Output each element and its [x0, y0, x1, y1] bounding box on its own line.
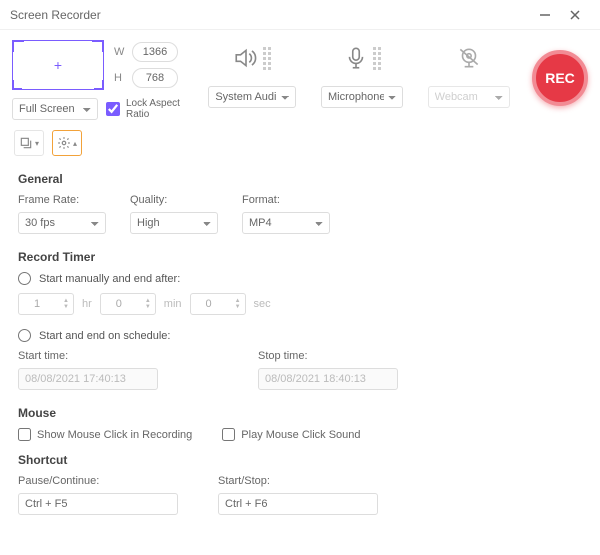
tool-row: ▾ ▴ [0, 126, 600, 164]
schedule-timer-radio[interactable] [18, 329, 31, 342]
manual-timer-label: Start manually and end after: [39, 273, 180, 285]
minimize-button[interactable] [530, 0, 560, 30]
audio-level-icon [263, 47, 271, 70]
settings-panel: General Frame Rate: 30 fps Quality: High… [0, 164, 600, 554]
audio-select[interactable]: System Audio [208, 86, 296, 108]
hours-unit: hr [82, 298, 92, 310]
height-label: H [114, 72, 126, 84]
microphone-icon [343, 45, 369, 71]
titlebar: Screen Recorder [0, 0, 600, 30]
stop-time-input[interactable] [258, 368, 398, 390]
show-click-label: Show Mouse Click in Recording [37, 429, 192, 441]
play-sound-label: Play Mouse Click Sound [241, 429, 360, 441]
record-button[interactable]: REC [532, 50, 588, 106]
mic-select[interactable]: Microphone [321, 86, 403, 108]
chevron-up-icon: ▴ [73, 139, 77, 148]
show-click-option[interactable]: Show Mouse Click in Recording [18, 428, 192, 441]
seconds-unit: sec [254, 298, 271, 310]
frame-rate-select[interactable]: 30 fps [18, 212, 106, 234]
width-label: W [114, 46, 126, 58]
settings-tool-button[interactable]: ▴ [52, 130, 82, 156]
speaker-icon [233, 45, 259, 71]
mic-source: Microphone [321, 40, 403, 108]
record-label: REC [545, 70, 575, 86]
startstop-shortcut-label: Start/Stop: [218, 475, 378, 487]
startstop-shortcut-input[interactable] [218, 493, 378, 515]
format-label: Format: [242, 194, 330, 206]
region-selector[interactable]: + [12, 40, 104, 90]
audio-source: System Audio [208, 40, 296, 108]
minutes-spinner[interactable]: ▲▼ [100, 293, 156, 315]
capture-config: + W H Full Screen Lock Aspect Ratio [0, 30, 600, 126]
region-mode-select[interactable]: Full Screen [12, 98, 98, 120]
webcam-off-icon [456, 45, 482, 71]
format-select[interactable]: MP4 [242, 212, 330, 234]
pause-shortcut-label: Pause/Continue: [18, 475, 178, 487]
chevron-down-icon: ▾ [35, 139, 39, 148]
start-time-label: Start time: [18, 350, 158, 362]
sources-group: System Audio Microphone [192, 40, 526, 108]
webcam-select[interactable]: Webcam [428, 86, 510, 108]
manual-timer-radio[interactable] [18, 272, 31, 285]
quality-label: Quality: [130, 194, 218, 206]
play-sound-checkbox[interactable] [222, 428, 235, 441]
hours-spinner[interactable]: ▲▼ [18, 293, 74, 315]
export-tool-button[interactable]: ▾ [14, 130, 44, 156]
play-sound-option[interactable]: Play Mouse Click Sound [222, 428, 360, 441]
width-input[interactable] [132, 42, 178, 62]
webcam-source: Webcam [428, 40, 510, 108]
seconds-spinner[interactable]: ▲▼ [190, 293, 246, 315]
plus-icon: + [54, 57, 62, 73]
shortcut-heading: Shortcut [18, 453, 582, 467]
lock-aspect-label: Lock Aspect Ratio [126, 98, 180, 120]
show-click-checkbox[interactable] [18, 428, 31, 441]
schedule-timer-label: Start and end on schedule: [39, 330, 170, 342]
frame-rate-label: Frame Rate: [18, 194, 106, 206]
lock-aspect-checkbox[interactable] [106, 102, 120, 116]
mic-level-icon [373, 47, 381, 70]
minutes-unit: min [164, 298, 182, 310]
quality-select[interactable]: High [130, 212, 218, 234]
mouse-heading: Mouse [18, 406, 582, 420]
pause-shortcut-input[interactable] [18, 493, 178, 515]
start-time-input[interactable] [18, 368, 158, 390]
stop-time-label: Stop time: [258, 350, 398, 362]
height-input[interactable] [132, 68, 178, 88]
close-button[interactable] [560, 0, 590, 30]
record-timer-heading: Record Timer [18, 250, 582, 264]
region-group: + W H Full Screen Lock Aspect Ratio [12, 40, 192, 120]
window-title: Screen Recorder [10, 8, 530, 22]
general-heading: General [18, 172, 582, 186]
